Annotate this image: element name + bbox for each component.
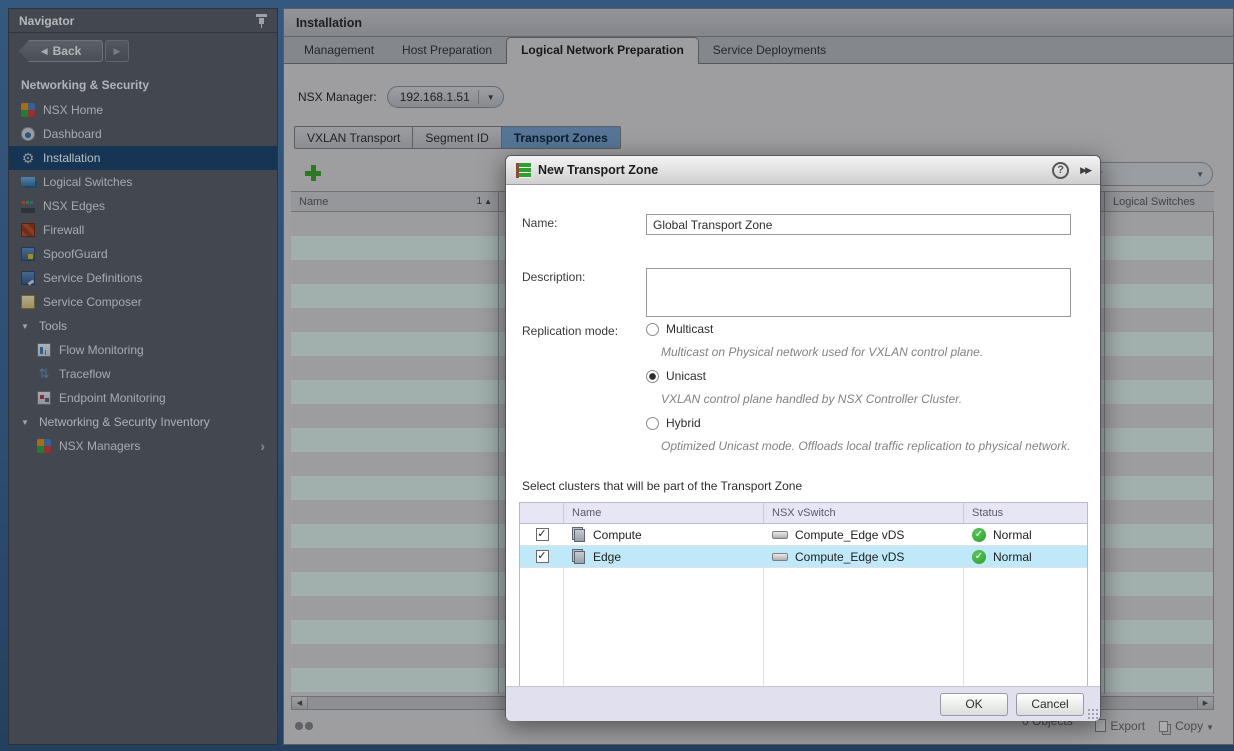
column-header-name[interactable]: Name — [564, 503, 764, 523]
status-badge: Normal — [993, 549, 1032, 564]
unicast-description: VXLAN control plane handled by NSX Contr… — [661, 392, 963, 406]
clusters-table: Name NSX vSwitch Status ✓ Compute Comput… — [519, 502, 1088, 701]
dialog-title: New Transport Zone — [538, 163, 659, 177]
cluster-icon — [574, 529, 585, 542]
radio-unicast[interactable]: Unicast — [646, 369, 706, 383]
ok-button[interactable]: OK — [940, 692, 1008, 716]
status-badge: Normal — [993, 527, 1032, 542]
status-ok-icon: ✓ — [972, 549, 986, 564]
vswitch-icon — [772, 530, 788, 539]
new-transport-zone-dialog: New Transport Zone ? ▶▶ Name: Descriptio… — [505, 155, 1101, 721]
transport-zone-icon — [516, 162, 531, 178]
status-ok-icon: ✓ — [972, 527, 986, 542]
multicast-description: Multicast on Physical network used for V… — [661, 345, 984, 359]
radio-button-icon — [646, 416, 659, 430]
replication-mode-label: Replication mode: — [522, 324, 619, 338]
radio-multicast[interactable]: Multicast — [646, 322, 713, 336]
checkbox-checked-icon[interactable]: ✓ — [535, 528, 549, 541]
radio-button-icon — [646, 322, 659, 336]
column-header-status[interactable]: Status — [964, 503, 1087, 523]
radio-button-selected-icon — [646, 369, 659, 383]
cluster-icon — [574, 551, 585, 564]
column-header-checkbox — [520, 503, 564, 523]
vswitch-icon — [772, 552, 788, 561]
expand-dialog-icon[interactable]: ▶▶ — [1080, 165, 1092, 176]
cancel-button[interactable]: Cancel — [1016, 692, 1084, 716]
dialog-footer: OK Cancel — [506, 686, 1100, 721]
resize-grip[interactable] — [1087, 708, 1098, 719]
radio-hybrid[interactable]: Hybrid — [646, 416, 701, 430]
table-row-compute[interactable]: ✓ Compute Compute_Edge vDS ✓ Normal — [520, 524, 1087, 546]
clusters-table-empty-area — [520, 568, 1087, 700]
dialog-header[interactable]: New Transport Zone ? ▶▶ — [506, 156, 1100, 185]
column-header-nsx-vswitch[interactable]: NSX vSwitch — [764, 503, 964, 523]
clusters-table-header: Name NSX vSwitch Status — [520, 503, 1087, 524]
name-input[interactable] — [646, 214, 1071, 235]
checkbox-checked-icon[interactable]: ✓ — [535, 550, 549, 563]
help-icon[interactable]: ? — [1052, 161, 1070, 179]
select-clusters-label: Select clusters that will be part of the… — [522, 479, 803, 493]
name-label: Name: — [522, 216, 558, 230]
hybrid-description: Optimized Unicast mode. Offloads local t… — [661, 439, 1071, 453]
dialog-body: Name: Description: Replication mode: Mul… — [506, 185, 1100, 701]
table-row-edge[interactable]: ✓ Edge Compute_Edge vDS ✓ Normal — [520, 546, 1087, 568]
description-input[interactable] — [646, 268, 1071, 317]
vsphere-web-client: Navigator ◀ Back ▶ Networking & Security… — [0, 0, 1234, 751]
description-label: Description: — [522, 270, 586, 284]
